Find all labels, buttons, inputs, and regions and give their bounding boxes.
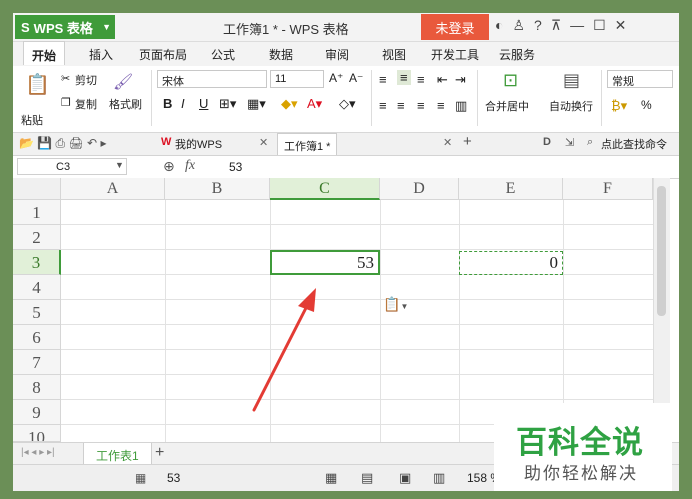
formula-bar: C3 ▼ ⊕ fx 53 bbox=[13, 156, 679, 179]
tab-review[interactable]: 审阅 bbox=[325, 46, 349, 63]
format-painter-button[interactable]: 格式刷 bbox=[109, 96, 142, 112]
paste-button[interactable]: 粘贴 bbox=[21, 112, 43, 128]
number-format-select[interactable]: 常规 bbox=[607, 70, 673, 88]
font-shrink-icon[interactable]: A⁻ bbox=[349, 71, 363, 85]
close-button[interactable]: ✕ bbox=[615, 17, 627, 34]
status-sum: 53 bbox=[167, 471, 181, 485]
find-command-input[interactable]: 点此查找命令 bbox=[601, 136, 667, 152]
document-tabs: 📂 💾 ⎙ 🖨 ↶ ▸ W 我的WPS ✕ 工作簿1 * ✕ + D ⇲ ⌕ 点… bbox=[13, 133, 679, 156]
copy-button[interactable]: 复制 bbox=[75, 96, 97, 112]
app-menu-button[interactable]: S WPS 表格 ▼ bbox=[15, 15, 115, 39]
bold-icon[interactable]: B bbox=[163, 96, 172, 111]
title-bar: S WPS 表格 ▼ 工作簿1 * - WPS 表格 未登录 ◐ ♙ ? ⊼ —… bbox=[13, 13, 679, 42]
quick-access-toolbar[interactable]: 📂 💾 ⎙ 🖨 ↶ ▸ bbox=[19, 136, 106, 151]
close-icon[interactable]: ✕ bbox=[443, 136, 452, 149]
normal-view-icon[interactable]: ▦ bbox=[325, 470, 337, 486]
wps-logo-icon: W bbox=[161, 136, 172, 148]
wrap-text-icon[interactable]: ▤ bbox=[563, 70, 580, 91]
new-tab-button[interactable]: + bbox=[463, 133, 472, 150]
app-name: WPS 表格 bbox=[33, 20, 93, 36]
reading-icon[interactable]: ▥ bbox=[433, 470, 445, 486]
skin-icon[interactable]: ◐ bbox=[495, 17, 503, 34]
indent-decrease-icon[interactable]: ⇤ bbox=[437, 72, 448, 88]
tab-workbook[interactable]: 工作簿1 * bbox=[277, 133, 338, 155]
fill-grid-icon[interactable]: ▦▾ bbox=[247, 96, 266, 112]
add-sheet-button[interactable]: + bbox=[155, 444, 164, 462]
search-icon[interactable]: ⌕ bbox=[587, 136, 593, 149]
watermark-title: 百科全说 bbox=[516, 425, 644, 460]
wrap-text-button[interactable]: 自动换行 bbox=[549, 98, 593, 114]
sheet-nav-icon[interactable]: |◂ ◂ ▸ ▸| bbox=[21, 447, 55, 458]
minimize-button[interactable]: — bbox=[570, 17, 584, 34]
app-window: S WPS 表格 ▼ 工作簿1 * - WPS 表格 未登录 ◐ ♙ ? ⊼ —… bbox=[13, 13, 679, 491]
page-layout-icon[interactable]: ▣ bbox=[399, 470, 411, 486]
scrollbar-thumb[interactable] bbox=[657, 186, 666, 316]
window-title: 工作簿1 * - WPS 表格 bbox=[223, 22, 349, 37]
tab-home[interactable]: 开始 bbox=[23, 41, 66, 65]
font-color-icon[interactable]: A▾ bbox=[307, 96, 322, 112]
align-center-icon[interactable]: ≡ bbox=[397, 98, 405, 113]
window-controls: ◐ ♙ ? ⊼ — ☐ ✕ bbox=[495, 17, 626, 34]
align-top-icon[interactable]: ≡ bbox=[379, 72, 387, 87]
clear-format-icon[interactable]: ◇▾ bbox=[339, 96, 356, 112]
watermark: 百科全说 助你轻松解决 bbox=[494, 403, 672, 491]
copy-icon[interactable]: ❐ bbox=[61, 96, 71, 109]
merge-center-button[interactable]: 合并居中 bbox=[485, 98, 529, 114]
zoom-icon[interactable]: ⊕ bbox=[163, 158, 175, 175]
align-left-icon[interactable]: ≡ bbox=[379, 98, 387, 113]
doc-icon[interactable]: D bbox=[543, 136, 551, 148]
workbook-tab-label: 工作簿1 * bbox=[284, 141, 331, 153]
align-middle-icon[interactable]: ≡ bbox=[397, 70, 411, 85]
help-icon[interactable]: ? bbox=[534, 17, 542, 34]
chevron-down-icon: ▼ bbox=[102, 22, 111, 32]
distributed-icon[interactable]: ▥ bbox=[455, 98, 467, 114]
name-box[interactable]: C3 bbox=[17, 158, 127, 175]
watermark-subtitle: 助你轻松解决 bbox=[524, 464, 638, 483]
login-button[interactable]: 未登录 bbox=[421, 14, 489, 40]
paste-icon[interactable]: 📋 bbox=[25, 72, 50, 97]
italic-icon[interactable]: I bbox=[181, 96, 185, 111]
tab-insert[interactable]: 插入 bbox=[89, 46, 113, 63]
tab-formulas[interactable]: 公式 bbox=[211, 46, 235, 63]
font-name-select[interactable]: 宋体 bbox=[157, 70, 267, 88]
page-break-icon[interactable]: ▤ bbox=[361, 470, 373, 486]
percent-button[interactable]: % bbox=[641, 98, 652, 112]
border-icon[interactable]: ⊞▾ bbox=[219, 96, 236, 112]
tab-developer[interactable]: 开发工具 bbox=[431, 46, 479, 63]
ribbon: 📋 粘贴 ✂ 剪切 ❐ 复制 🖌 格式刷 宋体 11 A⁺ A⁻ B I U ⊞… bbox=[13, 66, 679, 133]
fill-color-icon[interactable]: ◆▾ bbox=[281, 96, 298, 112]
close-icon[interactable]: ✕ bbox=[259, 136, 268, 149]
align-right-icon[interactable]: ≡ bbox=[417, 98, 425, 113]
maximize-button[interactable]: ☐ bbox=[593, 17, 606, 34]
font-size-select[interactable]: 11 bbox=[270, 70, 324, 88]
tab-cloud[interactable]: 云服务 bbox=[499, 46, 535, 63]
function-icon[interactable]: fx bbox=[185, 158, 195, 174]
cut-button[interactable]: 剪切 bbox=[75, 72, 97, 88]
currency-icon[interactable]: ₿▾ bbox=[611, 98, 627, 114]
align-bottom-icon[interactable]: ≡ bbox=[417, 72, 425, 87]
tab-view[interactable]: 视图 bbox=[382, 46, 406, 63]
wps-logo-icon: S bbox=[21, 19, 30, 35]
sheet-tab-1[interactable]: 工作表1 bbox=[83, 443, 152, 465]
indent-increase-icon[interactable]: ⇥ bbox=[455, 72, 466, 88]
chevron-down-icon[interactable]: ▼ bbox=[115, 160, 124, 170]
formula-input[interactable]: 53 bbox=[229, 160, 242, 174]
cut-icon[interactable]: ✂ bbox=[61, 72, 70, 85]
format-painter-icon[interactable]: 🖌 bbox=[113, 72, 133, 92]
tab-my-wps[interactable]: 我的WPS bbox=[175, 136, 222, 152]
menu-bar: 开始 插入 页面布局 公式 数据 审阅 视图 开发工具 云服务 bbox=[13, 41, 679, 66]
font-grow-icon[interactable]: A⁺ bbox=[329, 71, 343, 85]
ribbon-toggle-icon[interactable]: ⊼ bbox=[551, 17, 561, 34]
justify-icon[interactable]: ≡ bbox=[437, 98, 445, 113]
merge-center-icon[interactable]: ⊡ bbox=[503, 70, 518, 91]
tab-page-layout[interactable]: 页面布局 bbox=[139, 46, 187, 63]
shirt-icon[interactable]: ♙ bbox=[512, 17, 525, 34]
calc-icon: ▦ bbox=[135, 471, 147, 485]
share-icon[interactable]: ⇲ bbox=[565, 136, 574, 149]
underline-icon[interactable]: U bbox=[199, 96, 208, 111]
tab-data[interactable]: 数据 bbox=[269, 46, 293, 63]
